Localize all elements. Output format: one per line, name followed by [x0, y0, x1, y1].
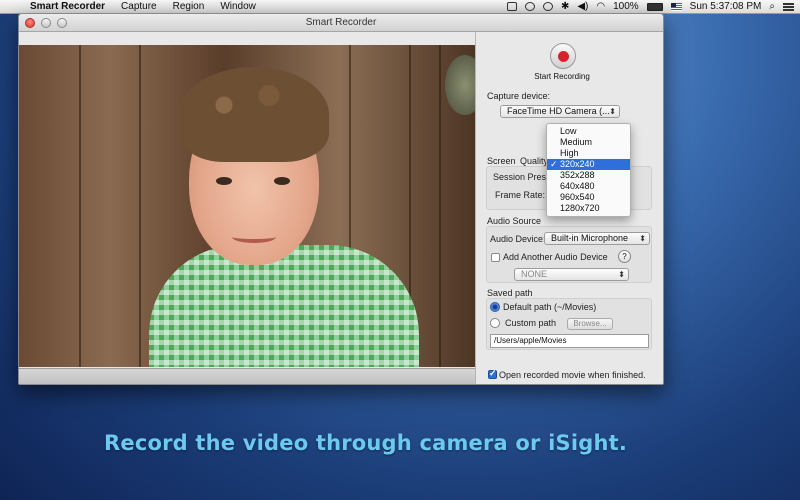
preset-option[interactable]: 352x288: [547, 170, 630, 181]
preset-option[interactable]: Low: [547, 126, 630, 137]
saved-path-label: Saved path: [487, 288, 533, 298]
preview-status-bar: [19, 368, 475, 384]
record-icon: [557, 50, 569, 62]
default-path-label: Default path (~/Movies): [503, 302, 597, 312]
window-title: Smart Recorder: [305, 17, 377, 28]
capture-device-label: Capture device:: [487, 91, 551, 101]
preset-option-label: 320x240: [560, 159, 595, 169]
menu-window[interactable]: Window: [212, 1, 264, 12]
saved-path-group: Default path (~/Movies) Custom path Brow…: [486, 298, 652, 350]
battery-icon[interactable]: [646, 2, 663, 11]
path-field[interactable]: /Users/apple/Movies: [490, 334, 649, 348]
help-button[interactable]: ?: [618, 250, 631, 263]
default-path-radio[interactable]: [490, 302, 500, 312]
menu-app-name[interactable]: Smart Recorder: [22, 1, 113, 12]
battery-percent[interactable]: 100%: [613, 1, 639, 12]
subject-eye: [274, 177, 290, 185]
clock[interactable]: Sun 5:37:08 PM: [690, 1, 762, 12]
start-recording-button[interactable]: [550, 43, 576, 69]
extra-audio-popup[interactable]: NONE: [514, 268, 629, 281]
preset-option-label: Low: [560, 126, 577, 136]
session-preset-menu: Low Medium High ✓ 320x240 352x288 640x480…: [546, 123, 631, 217]
preset-option-label: Medium: [560, 137, 593, 147]
preset-option[interactable]: 1280x720: [547, 203, 630, 214]
menu-capture[interactable]: Capture: [113, 1, 165, 12]
open-when-finished-label: Open recorded movie when finished.: [499, 370, 646, 380]
close-button[interactable]: [25, 18, 35, 28]
preset-option-label: 960x540: [560, 192, 595, 202]
capture-device-popup[interactable]: FaceTime HD Camera (...: [500, 105, 620, 118]
promo-caption: Record the video through camera or iSigh…: [104, 431, 628, 455]
preset-option[interactable]: Medium: [547, 137, 630, 148]
tab-quality[interactable]: Quality: [520, 156, 548, 166]
menu-region[interactable]: Region: [165, 1, 213, 12]
subject-shirt: [149, 245, 419, 367]
audio-group: Audio Device: Built-in Microphone Add An…: [486, 226, 652, 283]
checkmark-icon: ✓: [550, 159, 558, 169]
menu-bar: Smart Recorder Capture Region Window ✱ ◀…: [0, 0, 800, 14]
browse-button[interactable]: Browse...: [567, 318, 613, 330]
audio-source-label: Audio Source: [487, 216, 542, 226]
title-bar[interactable]: Smart Recorder: [19, 14, 663, 32]
subject-hair: [179, 67, 329, 162]
recorder-status-icon[interactable]: [506, 2, 517, 11]
wifi-icon[interactable]: ◠: [596, 1, 605, 12]
start-recording-label: Start Recording: [534, 72, 590, 81]
preset-option[interactable]: 640x480: [547, 181, 630, 192]
background-lamp: [445, 55, 475, 115]
preset-option-label: 352x288: [560, 170, 595, 180]
preset-option-selected[interactable]: ✓ 320x240: [547, 159, 630, 170]
notification-center-icon[interactable]: [783, 2, 794, 11]
preset-option[interactable]: High: [547, 148, 630, 159]
custom-path-label: Custom path: [505, 318, 557, 328]
zoom-button[interactable]: [57, 18, 67, 28]
spotlight-icon[interactable]: ⌕: [769, 1, 775, 12]
frame-rate-label: Frame Rate:: [495, 190, 546, 200]
preset-option-label: 1280x720: [560, 203, 600, 213]
subject-mouth: [232, 231, 276, 243]
volume-icon[interactable]: ◀): [577, 1, 588, 12]
add-audio-label: Add Another Audio Device: [503, 252, 608, 262]
bluetooth-icon[interactable]: ✱: [561, 1, 569, 12]
session-preset-label: Session Preset: [493, 172, 554, 182]
audio-device-label: Audio Device:: [490, 234, 546, 244]
wall-plank: [139, 45, 141, 367]
preset-option[interactable]: 960x540: [547, 192, 630, 203]
wall-plank: [79, 45, 81, 367]
window-controls: [25, 18, 67, 28]
status-tray: ✱ ◀) ◠ 100% Sun 5:37:08 PM ⌕: [506, 1, 800, 12]
tab-screen[interactable]: Screen: [487, 156, 516, 166]
time-machine-icon[interactable]: [542, 2, 553, 11]
minimize-button[interactable]: [41, 18, 51, 28]
wall-plank: [439, 45, 441, 367]
input-source-flag-icon[interactable]: [670, 2, 682, 11]
preset-option-label: 640x480: [560, 181, 595, 191]
add-audio-checkbox[interactable]: [491, 253, 500, 262]
subject-eye: [216, 177, 232, 185]
preset-option-label: High: [560, 148, 579, 158]
sync-icon[interactable]: [524, 2, 535, 11]
audio-device-popup[interactable]: Built-in Microphone: [544, 232, 650, 245]
custom-path-radio[interactable]: [490, 318, 500, 328]
open-when-finished-checkbox[interactable]: [488, 368, 497, 379]
camera-preview: [19, 45, 475, 367]
